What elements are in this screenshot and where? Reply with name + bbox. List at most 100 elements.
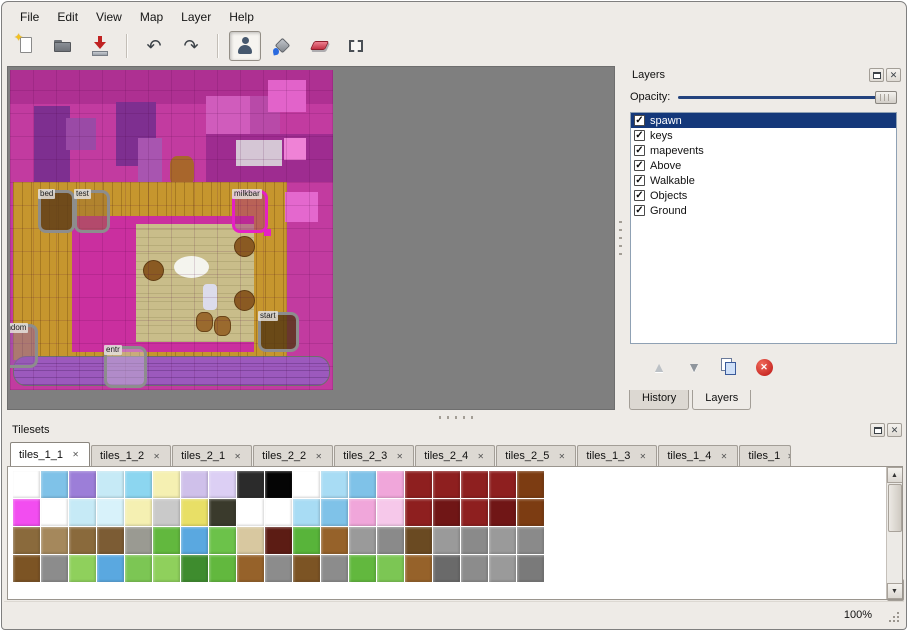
tile[interactable] xyxy=(41,555,68,582)
tile[interactable] xyxy=(125,527,152,554)
tile[interactable] xyxy=(321,555,348,582)
tile[interactable] xyxy=(293,471,320,498)
tileset-tab-tiles_1_2[interactable]: tiles_1_2✕ xyxy=(91,445,171,466)
tile[interactable] xyxy=(153,527,180,554)
tileset-tab-tiles_1_4[interactable]: tiles_1_4✕ xyxy=(658,445,738,466)
layer-row-Ground[interactable]: ✓Ground xyxy=(631,203,896,218)
tab-close-icon[interactable]: ✕ xyxy=(475,452,486,461)
splitter-vertical[interactable] xyxy=(616,64,625,412)
eraser-button[interactable] xyxy=(303,31,335,61)
redo-button[interactable]: ↷ xyxy=(175,31,207,61)
tile[interactable] xyxy=(377,527,404,554)
layer-row-Objects[interactable]: ✓Objects xyxy=(631,188,896,203)
menu-edit[interactable]: Edit xyxy=(49,9,86,25)
layer-visibility-checkbox[interactable]: ✓ xyxy=(634,145,645,156)
layer-visibility-checkbox[interactable]: ✓ xyxy=(634,190,645,201)
tileset-tab-tiles_2_1[interactable]: tiles_2_1✕ xyxy=(172,445,252,466)
dock-tab-history[interactable]: History xyxy=(629,390,689,410)
tile[interactable] xyxy=(181,555,208,582)
tile[interactable] xyxy=(293,555,320,582)
tile[interactable] xyxy=(265,499,292,526)
tileset-tab-tiles_2_2[interactable]: tiles_2_2✕ xyxy=(253,445,333,466)
menu-layer[interactable]: Layer xyxy=(173,9,219,25)
layer-row-Walkable[interactable]: ✓Walkable xyxy=(631,173,896,188)
tile[interactable] xyxy=(209,499,236,526)
tile[interactable] xyxy=(489,555,516,582)
tile[interactable] xyxy=(209,471,236,498)
tile[interactable] xyxy=(377,499,404,526)
tile[interactable] xyxy=(433,471,460,498)
tile[interactable] xyxy=(433,499,460,526)
map-object-test[interactable]: test xyxy=(74,190,110,233)
tab-close-icon[interactable]: ✕ xyxy=(313,452,324,461)
tile[interactable] xyxy=(489,527,516,554)
layer-visibility-checkbox[interactable]: ✓ xyxy=(634,160,645,171)
layers-dock-close-button[interactable]: ✕ xyxy=(886,68,901,82)
tile[interactable] xyxy=(153,471,180,498)
tile[interactable] xyxy=(489,471,516,498)
menu-file[interactable]: File xyxy=(12,9,47,25)
map-object-entr[interactable]: entr xyxy=(104,346,147,388)
bucket-fill-button[interactable] xyxy=(266,31,298,61)
open-file-button[interactable] xyxy=(47,31,79,61)
delete-layer-button[interactable]: ✕ xyxy=(751,354,777,380)
tile[interactable] xyxy=(265,527,292,554)
tile[interactable] xyxy=(517,471,544,498)
map-object-andom[interactable]: andom xyxy=(10,324,38,368)
tile[interactable] xyxy=(405,527,432,554)
tileset-tab-tiles_1[interactable]: tiles_1✕ xyxy=(739,445,791,466)
tile[interactable] xyxy=(433,555,460,582)
menu-help[interactable]: Help xyxy=(221,9,262,25)
tile[interactable] xyxy=(461,499,488,526)
tab-close-icon[interactable]: ✕ xyxy=(232,452,243,461)
tile[interactable] xyxy=(377,555,404,582)
tile[interactable] xyxy=(517,527,544,554)
tile[interactable] xyxy=(69,499,96,526)
layer-row-keys[interactable]: ✓keys xyxy=(631,128,896,143)
tab-close-icon[interactable]: ✕ xyxy=(151,452,162,461)
tile[interactable] xyxy=(125,555,152,582)
tile[interactable] xyxy=(517,499,544,526)
tile[interactable] xyxy=(461,471,488,498)
layers-dock-float-button[interactable] xyxy=(869,68,884,82)
layer-visibility-checkbox[interactable]: ✓ xyxy=(634,115,645,126)
tile[interactable] xyxy=(433,527,460,554)
tileset-tab-tiles_2_5[interactable]: tiles_2_5✕ xyxy=(496,445,576,466)
layer-visibility-checkbox[interactable]: ✓ xyxy=(634,205,645,216)
menu-map[interactable]: Map xyxy=(132,9,171,25)
stamp-brush-button[interactable] xyxy=(229,31,261,61)
tileset-tab-tiles_1_3[interactable]: tiles_1_3✕ xyxy=(577,445,657,466)
tile[interactable] xyxy=(13,499,40,526)
splitter-horizontal[interactable] xyxy=(6,414,905,421)
new-file-button[interactable]: ✦ xyxy=(10,31,42,61)
tile[interactable] xyxy=(349,527,376,554)
tab-close-icon[interactable]: ✕ xyxy=(394,452,405,461)
tile[interactable] xyxy=(153,499,180,526)
tile[interactable] xyxy=(461,527,488,554)
dock-tab-layers[interactable]: Layers xyxy=(692,390,751,410)
tileset-tab-tiles_1_1[interactable]: tiles_1_1✕ xyxy=(10,442,90,466)
tile[interactable] xyxy=(97,471,124,498)
save-file-button[interactable] xyxy=(84,31,116,61)
tile[interactable] xyxy=(321,499,348,526)
tile[interactable] xyxy=(153,555,180,582)
tab-close-icon[interactable]: ✕ xyxy=(70,450,81,459)
undo-button[interactable]: ↶ xyxy=(138,31,170,61)
tab-close-icon[interactable]: ✕ xyxy=(787,452,791,461)
tileset-tab-tiles_2_4[interactable]: tiles_2_4✕ xyxy=(415,445,495,466)
tile[interactable] xyxy=(237,499,264,526)
tile[interactable] xyxy=(461,555,488,582)
tile[interactable] xyxy=(13,555,40,582)
opacity-slider-handle[interactable] xyxy=(875,91,897,104)
tile[interactable] xyxy=(405,499,432,526)
map-object-bed[interactable]: bed xyxy=(38,190,75,233)
layer-row-spawn[interactable]: ✓spawn xyxy=(631,113,896,128)
tile[interactable] xyxy=(181,499,208,526)
tile[interactable] xyxy=(69,471,96,498)
tile[interactable] xyxy=(349,471,376,498)
tab-close-icon[interactable]: ✕ xyxy=(637,452,648,461)
layer-row-Above[interactable]: ✓Above xyxy=(631,158,896,173)
tileset-scrollbar[interactable]: ▲ ▼ xyxy=(886,467,902,599)
tile[interactable] xyxy=(97,555,124,582)
tile[interactable] xyxy=(97,499,124,526)
